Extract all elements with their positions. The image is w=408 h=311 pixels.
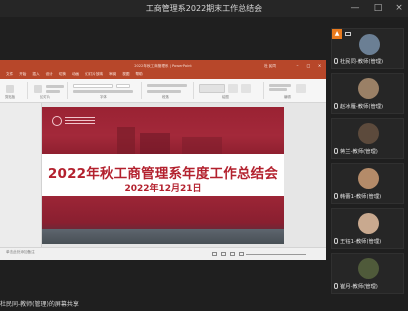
ppt-document-title: 2022年秋工商管理系 | PowerPoint bbox=[134, 64, 192, 68]
share-status-bar: 杜民同-教师(管理)的屏幕共享 bbox=[0, 299, 326, 309]
ppt-ribbon: 2022年秋工商管理系 | PowerPoint 杜 民同 – □ × 文件 开… bbox=[0, 60, 326, 103]
participant-tile[interactable]: 赵冰雁-教师(管理) bbox=[331, 73, 404, 114]
normal-view-icon bbox=[212, 252, 217, 256]
mic-icon bbox=[334, 283, 338, 289]
participant-name: 赵冰雁-教师(管理) bbox=[334, 102, 401, 110]
presenter-badge-icon: ▲ bbox=[332, 29, 342, 39]
close-icon[interactable]: × bbox=[391, 1, 407, 15]
notes-placeholder: 单击此处添加备注 bbox=[6, 250, 35, 254]
mic-icon bbox=[334, 148, 338, 154]
sorter-view-icon bbox=[221, 252, 226, 256]
participant-tile[interactable]: ▲ 杜民同-教师(管理) bbox=[331, 28, 404, 69]
ppt-close-icon: × bbox=[317, 63, 322, 68]
avatar bbox=[358, 78, 379, 99]
ppt-minimize-icon: – bbox=[296, 63, 299, 68]
ppt-tab: 开始 bbox=[19, 72, 27, 76]
presentation-slide: 2022年秋工商管理系年度工作总结会 2022年12月21日 bbox=[42, 107, 284, 244]
avatar bbox=[359, 34, 380, 55]
ribbon-group-clipboard: 剪贴板 bbox=[2, 82, 28, 99]
avatar bbox=[358, 213, 379, 234]
ribbon-group-drawing: 绘图 bbox=[196, 82, 264, 99]
ppt-tab: 幻灯片放映 bbox=[85, 72, 104, 76]
ppt-ribbon-tabs: 文件 开始 插入 设计 切换 动画 幻灯片放映 审阅 视图 帮助 bbox=[6, 72, 143, 77]
avatar bbox=[358, 123, 379, 144]
ppt-tab: 文件 bbox=[6, 72, 14, 76]
ppt-status-bar: 单击此处添加备注 bbox=[0, 247, 326, 260]
minimize-icon[interactable]: — bbox=[347, 1, 363, 15]
school-logo-icon bbox=[52, 116, 62, 126]
avatar bbox=[358, 168, 379, 189]
share-screen-icon bbox=[345, 32, 351, 36]
window-titlebar: 工商管理系2022期末工作总结会 — □ × bbox=[0, 0, 408, 17]
participant-tile[interactable]: 王钰1-教师(管理) bbox=[331, 208, 404, 249]
ppt-tab: 动画 bbox=[71, 72, 80, 76]
ppt-tab: 切换 bbox=[58, 72, 66, 76]
participant-tile[interactable]: 崔月-教师(管理) bbox=[331, 253, 404, 294]
school-logo-text bbox=[65, 117, 95, 125]
participant-list: ▲ 杜民同-教师(管理) 赵冰雁-教师(管理) 蒋兰-教师(管理) 韩蕾1-教师… bbox=[331, 28, 404, 298]
maximize-icon[interactable]: □ bbox=[370, 1, 386, 15]
zoom-slider bbox=[246, 254, 306, 255]
slide-building-shape bbox=[117, 127, 135, 157]
slideshow-icon bbox=[239, 252, 244, 256]
ribbon-group-slides: 幻灯片 bbox=[30, 82, 68, 99]
participant-tile[interactable]: 韩蕾1-教师(管理) bbox=[331, 163, 404, 204]
mic-icon bbox=[334, 103, 338, 109]
ppt-command-bar: 剪贴板 幻灯片 字体 段落 绘图 编辑 bbox=[0, 79, 326, 103]
avatar bbox=[358, 258, 379, 279]
participant-name: 崔月-教师(管理) bbox=[334, 282, 401, 290]
mic-icon bbox=[334, 58, 338, 64]
participant-name: 韩蕾1-教师(管理) bbox=[334, 192, 401, 200]
ppt-maximize-icon: □ bbox=[306, 63, 311, 68]
reading-view-icon bbox=[230, 252, 235, 256]
slide-road-shape bbox=[42, 229, 284, 244]
ppt-tab: 审阅 bbox=[109, 72, 117, 76]
participant-name: 王钰1-教师(管理) bbox=[334, 237, 401, 245]
share-status-text: 杜民同-教师(管理)的屏幕共享 bbox=[0, 301, 79, 308]
ribbon-group-paragraph: 段落 bbox=[144, 82, 194, 99]
ppt-user-name: 杜 民同 bbox=[264, 64, 276, 68]
ribbon-group-editing: 编辑 bbox=[266, 82, 322, 99]
mic-icon bbox=[334, 193, 338, 199]
ppt-tab: 插入 bbox=[32, 72, 40, 76]
ppt-tab: 视图 bbox=[122, 72, 130, 76]
slide-date: 2022年12月21日 bbox=[124, 184, 202, 194]
ppt-tab: 帮助 bbox=[135, 72, 143, 76]
ppt-tab: 设计 bbox=[45, 72, 53, 76]
slide-thumbnail-pane bbox=[0, 103, 42, 247]
participant-tile[interactable]: 蒋兰-教师(管理) bbox=[331, 118, 404, 159]
view-icons bbox=[212, 252, 244, 256]
participant-name: 杜民同-教师(管理) bbox=[334, 57, 401, 65]
participant-name: 蒋兰-教师(管理) bbox=[334, 147, 401, 155]
ribbon-group-font: 字体 bbox=[70, 82, 142, 99]
mic-icon bbox=[334, 238, 338, 244]
slide-title: 2022年秋工商管理系年度工作总结会 bbox=[47, 166, 279, 182]
